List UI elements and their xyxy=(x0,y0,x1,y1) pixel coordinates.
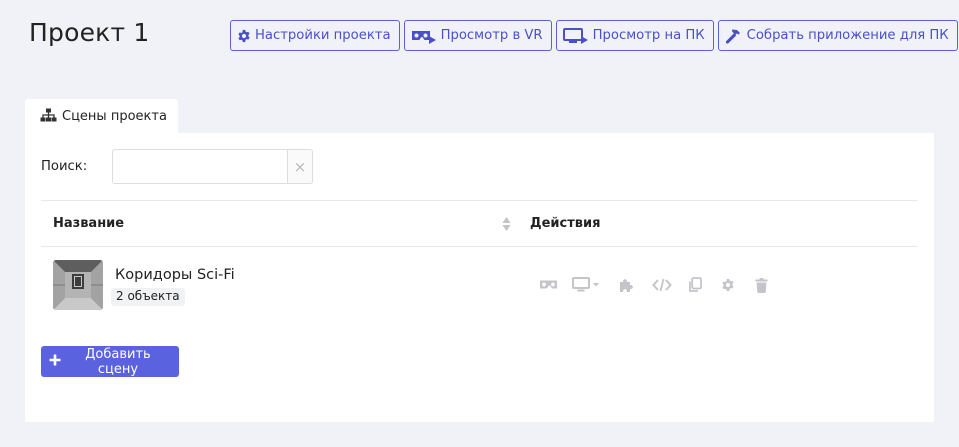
copy-icon[interactable] xyxy=(687,275,703,295)
search-box: × xyxy=(112,149,313,184)
plus-icon xyxy=(49,354,61,370)
view-pc-label: Просмотр на ПК xyxy=(592,28,705,43)
search-input[interactable] xyxy=(112,149,287,184)
trash-icon[interactable] xyxy=(754,275,768,295)
scene-thumbnail xyxy=(53,260,103,310)
gear-icon[interactable] xyxy=(720,275,736,295)
scene-object-count-badge: 2 объекта xyxy=(111,288,185,306)
view-vr-button[interactable]: Просмотр в VR xyxy=(403,20,552,51)
column-header-actions: Действия xyxy=(530,216,601,231)
search-label: Поиск: xyxy=(41,159,88,174)
vr-headset-play-icon xyxy=(411,28,437,44)
scene-name[interactable]: Коридоры Sci-Fi xyxy=(115,267,235,283)
tab-project-scenes-label: Сцены проекта xyxy=(62,109,167,124)
gear-icon xyxy=(237,29,251,43)
vr-headset-icon[interactable] xyxy=(538,275,558,295)
build-pc-app-label: Собрать приложение для ПК xyxy=(746,28,949,43)
table-header: Название Действия xyxy=(41,200,918,247)
hammer-icon xyxy=(725,28,743,44)
sitemap-icon xyxy=(40,108,57,126)
scene-actions xyxy=(538,275,768,295)
project-toolbar: Настройки проекта Просмотр в VR Просмотр… xyxy=(230,20,958,51)
search-clear-button[interactable]: × xyxy=(287,149,313,184)
view-vr-label: Просмотр в VR xyxy=(440,28,543,43)
add-scene-button[interactable]: Добавить сцену xyxy=(41,346,179,377)
puzzle-icon[interactable] xyxy=(617,275,635,295)
view-pc-button[interactable]: Просмотр на ПК xyxy=(555,20,714,51)
project-settings-button[interactable]: Настройки проекта xyxy=(230,20,400,51)
monitor-dropdown-icon[interactable] xyxy=(572,275,600,295)
monitor-play-icon xyxy=(562,27,589,44)
tab-project-scenes[interactable]: Сцены проекта xyxy=(25,99,178,134)
add-scene-label: Добавить сцену xyxy=(85,346,151,377)
close-icon: × xyxy=(293,157,307,176)
code-icon[interactable] xyxy=(652,275,672,295)
column-header-name[interactable]: Название xyxy=(53,216,124,231)
table-row: Коридоры Sci-Fi 2 объекта xyxy=(41,247,918,325)
page-title: Проект 1 xyxy=(29,18,150,47)
sort-icon[interactable] xyxy=(502,216,511,236)
project-settings-label: Настройки проекта xyxy=(255,28,391,43)
build-pc-app-button[interactable]: Собрать приложение для ПК xyxy=(717,20,958,51)
scenes-panel: Поиск: × Название Действия Коридоры Sci-… xyxy=(25,133,934,422)
